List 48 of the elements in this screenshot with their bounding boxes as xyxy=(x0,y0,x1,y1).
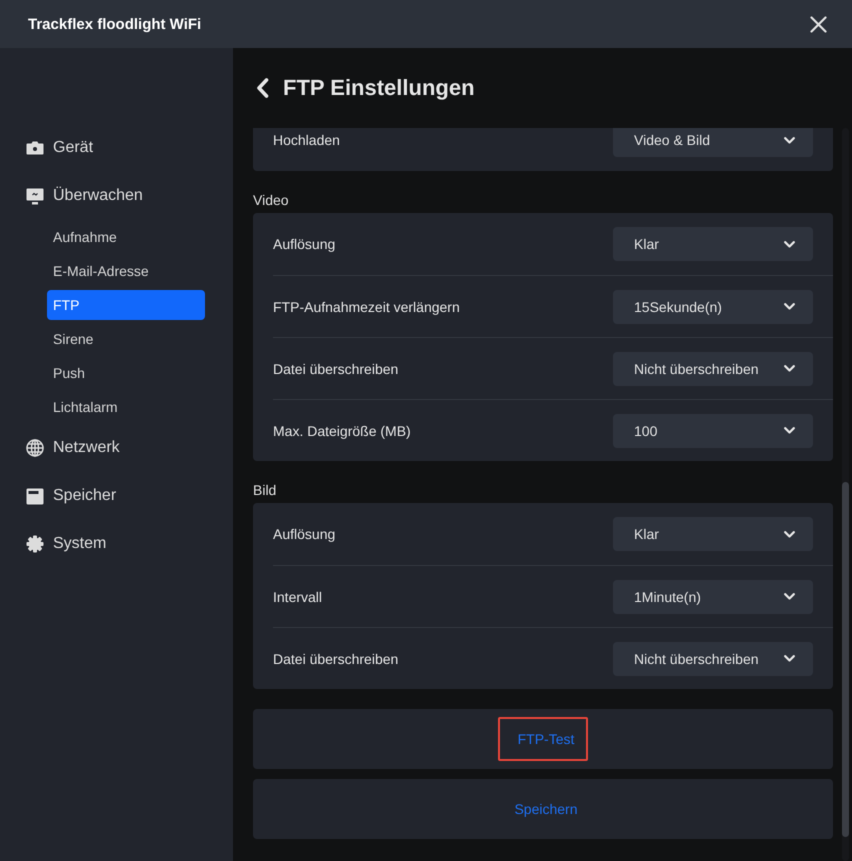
scrollbar-thumb[interactable] xyxy=(842,482,849,837)
chevron-down-icon xyxy=(784,240,795,248)
nav-subitem[interactable]: FTP xyxy=(47,290,205,320)
chevron-down-icon xyxy=(784,136,795,144)
window-title: Trackflex floodlight WiFi xyxy=(28,16,202,32)
nav-item[interactable]: Überwachen xyxy=(0,172,143,220)
dropdown[interactable]: Nicht überschreiben xyxy=(613,352,813,386)
dropdown[interactable]: Klar xyxy=(613,227,813,261)
setting-label: Auflösung xyxy=(273,236,336,252)
setting-label: Datei überschreiben xyxy=(273,650,398,666)
chevron-down-icon xyxy=(784,593,795,600)
nav-item[interactable]: Speicher xyxy=(0,472,116,520)
dropdown[interactable]: Klar xyxy=(613,517,813,551)
dropdown[interactable]: Video & Bild xyxy=(613,128,813,157)
nav-item[interactable]: Gerät xyxy=(0,124,94,172)
setting-label: FTP-Aufnahmezeit verlängern xyxy=(273,298,460,314)
dropdown[interactable]: 1Minute(n) xyxy=(613,580,813,614)
nav-item[interactable]: System xyxy=(0,520,106,568)
dropdown[interactable]: Nicht überschreiben xyxy=(613,642,813,676)
chevron-down-icon xyxy=(784,365,795,372)
monitor-icon xyxy=(26,188,44,204)
globe-icon xyxy=(26,439,44,457)
close-icon xyxy=(810,16,827,32)
setting-label: Hochladen xyxy=(273,132,340,148)
close-button[interactable] xyxy=(810,16,827,32)
chevron-down-icon xyxy=(784,530,795,538)
chevron-left-icon xyxy=(256,78,269,98)
setting-label: Max. Dateigröße (MB) xyxy=(273,422,411,438)
section-heading: Video xyxy=(253,191,290,210)
setting-label: Datei überschreiben xyxy=(273,360,398,376)
chevron-down-icon xyxy=(784,303,795,310)
gear-icon xyxy=(26,535,44,553)
section-heading: Bild xyxy=(253,481,278,500)
page-title: FTP Einstellungen xyxy=(283,75,475,101)
nav-subitem[interactable]: Lichtalarm xyxy=(47,392,205,422)
nav-subitem[interactable]: E-Mail-Adresse xyxy=(47,256,205,286)
nav-subitem[interactable]: Aufnahme xyxy=(47,222,205,252)
drive-icon xyxy=(26,488,44,504)
chevron-down-icon xyxy=(784,427,795,434)
nav-subitem[interactable]: Sirene xyxy=(47,324,205,354)
nav-item[interactable]: Netzwerk xyxy=(0,424,120,472)
dropdown[interactable]: 100 xyxy=(613,414,813,448)
setting-label: Intervall xyxy=(273,588,322,604)
camera-icon xyxy=(26,141,44,155)
nav-subitem[interactable]: Push xyxy=(47,358,205,388)
chevron-down-icon xyxy=(784,655,795,662)
dropdown[interactable]: 15Sekunde(n) xyxy=(613,290,813,324)
setting-label: Auflösung xyxy=(273,526,336,542)
